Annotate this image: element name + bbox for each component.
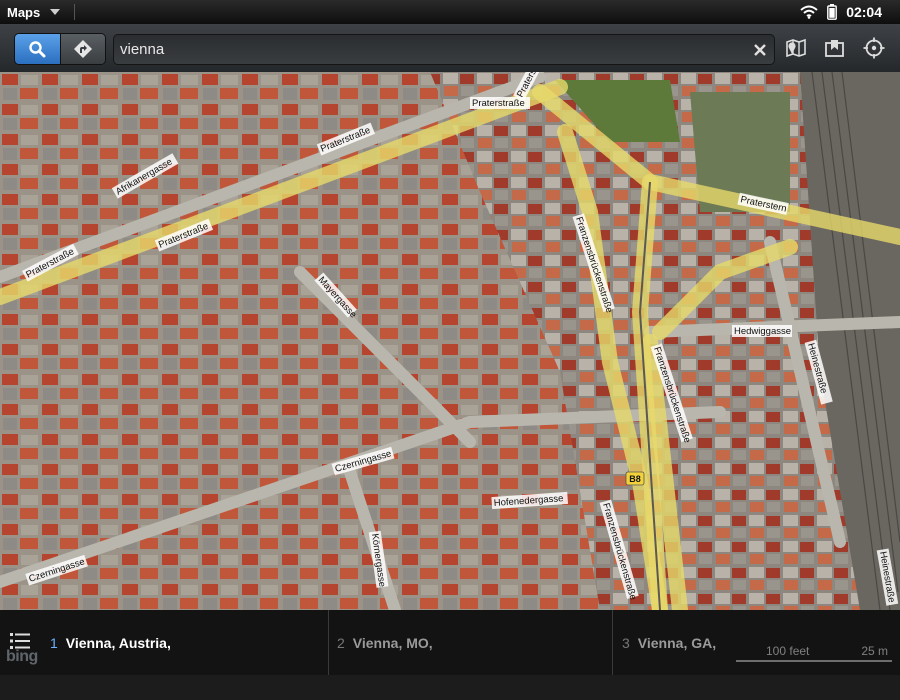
locate-icon [863,37,885,59]
divider [74,4,76,20]
clock: 02:04 [846,4,882,20]
aerial-map[interactable]: Praterstern Praterstraße Praterstraße Pr… [0,72,900,610]
results-bar: 1 Vienna, Austria, 2 Vienna, MO, 3 Vienn… [0,610,900,675]
scale-meters: 25 m [861,644,888,658]
result-label: Vienna, Austria, [65,635,171,651]
result-label: Vienna, GA, [637,635,717,651]
app-name: Maps [7,4,41,20]
status-bar: Maps 02:04 [0,0,900,24]
battery-icon [827,4,838,20]
route-badge: B8 [625,471,645,486]
toolbar [0,24,900,73]
layers-icon [786,38,806,58]
result-item-2[interactable]: 2 Vienna, MO, [337,610,433,700]
search-mode-button[interactable] [15,34,60,64]
result-item-3[interactable]: 3 Vienna, GA, [622,610,716,700]
result-number: 3 [622,635,630,651]
clear-icon [754,43,766,56]
divider [328,610,329,675]
map-view[interactable]: Praterstern Praterstraße Praterstraße Pr… [0,72,900,610]
divider [612,610,613,675]
status-indicators: 02:04 [800,0,882,24]
street-label: Hedwiggasse [734,326,791,337]
locate-button[interactable] [862,37,886,59]
scale-feet: 100 feet [766,644,810,658]
bookmarks-icon [825,40,844,57]
scale-bar [736,660,892,662]
app-menu[interactable]: Maps [0,4,76,20]
directions-icon [73,40,92,58]
map-attribution-logo: bing [6,648,38,665]
clear-button[interactable] [746,43,774,56]
map-scale: 100 feet 25 m [736,644,892,664]
result-item-1[interactable]: 1 Vienna, Austria, [50,610,171,700]
street-label: Praterstraße [472,98,525,109]
mode-toggle [14,33,106,65]
search-input[interactable] [114,35,746,64]
result-number: 1 [50,635,58,651]
svg-text:B8: B8 [629,474,641,484]
result-number: 2 [337,635,345,651]
directions-mode-button[interactable] [59,34,105,64]
bookmarks-button[interactable] [823,37,847,59]
chevron-down-icon [50,9,61,15]
result-label: Vienna, MO, [352,635,433,651]
wifi-icon [800,5,818,19]
search-field[interactable] [113,34,775,65]
search-icon [29,41,46,58]
layers-button[interactable] [784,37,808,59]
